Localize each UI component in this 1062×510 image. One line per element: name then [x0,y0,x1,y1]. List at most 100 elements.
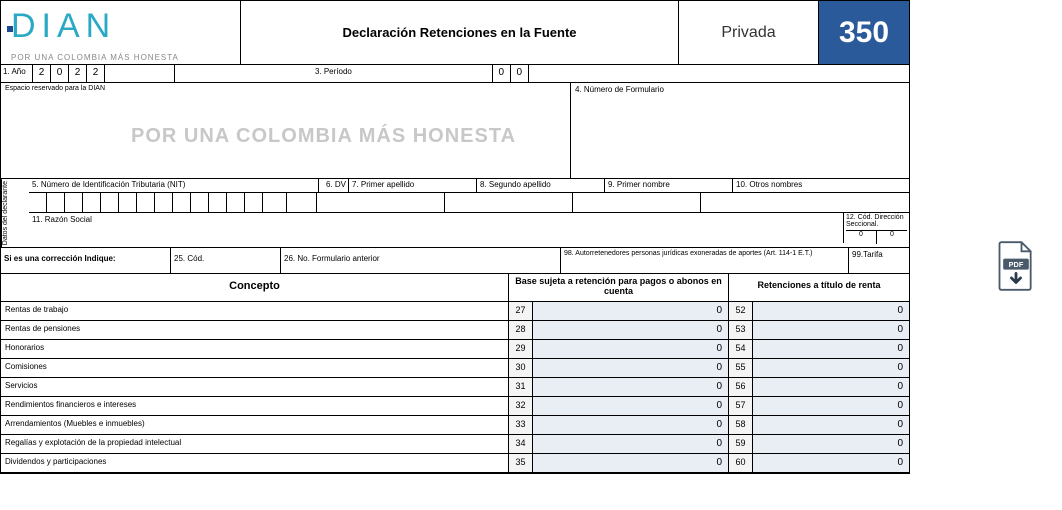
row-ret-num: 60 [729,454,753,472]
table-row: Comisiones300550 [1,359,909,378]
row-base-value[interactable]: 0 [533,454,729,472]
row-base-num: 33 [509,416,533,434]
row-ret-value[interactable]: 0 [753,397,909,415]
row-concept: Regalías y explotación de la propiedad i… [1,435,509,453]
row-ret-value[interactable]: 0 [753,359,909,377]
row-ret-num: 59 [729,435,753,453]
row-ret-num: 56 [729,378,753,396]
pdf-download-button[interactable]: PDF [994,240,1038,295]
dv-label: 6. DV [319,179,349,192]
row-concept: Rentas de trabajo [1,302,509,320]
nit-box[interactable] [245,193,263,212]
row-base-value[interactable]: 0 [533,359,729,377]
nit-box[interactable] [47,193,65,212]
nit-box[interactable] [173,193,191,212]
row-base-value[interactable]: 0 [533,378,729,396]
row-base-num: 30 [509,359,533,377]
nit-box[interactable] [101,193,119,212]
razon-row: 11. Razón Social 12. Cód. Dirección Secc… [29,213,909,243]
row-ret-value[interactable]: 0 [753,378,909,396]
row-ret-value[interactable]: 0 [753,416,909,434]
row-ret-num: 58 [729,416,753,434]
logo-dot-icon [7,26,13,32]
nit-box[interactable] [191,193,209,212]
otros-nombres-field[interactable] [701,193,909,212]
row-base-num: 31 [509,378,533,396]
tarifa-label: 99.Tarifa [849,248,909,273]
primer-apellido-field[interactable] [317,193,445,212]
logo-subtitle: POR UNA COLOMBIA MÁS HONESTA [11,53,230,62]
row-ret-value[interactable]: 0 [753,435,909,453]
nit-label: 5. Número de Identificación Tributaria (… [29,179,319,192]
year-period-row: 1. Año 2 0 2 2 3. Período 0 0 [1,65,909,83]
row-concept: Arrendamientos (Muebles e inmuebles) [1,416,509,434]
nit-box[interactable] [227,193,245,212]
cod-seccional-label: 12. Cód. Dirección Seccional. [846,214,904,228]
dv-box[interactable] [287,193,317,212]
nit-box[interactable] [29,193,47,212]
data-rows: Rentas de trabajo270520Rentas de pension… [1,302,909,473]
row-ret-value[interactable]: 0 [753,321,909,339]
razon-social-label: 11. Razón Social [29,213,844,243]
form-code: 350 [819,1,909,64]
nit-box[interactable] [137,193,155,212]
privada-label: Privada [679,1,819,64]
nit-box[interactable] [155,193,173,212]
row-concept: Comisiones [1,359,509,377]
spacer [529,65,909,82]
row-ret-num: 54 [729,340,753,358]
row-ret-value[interactable]: 0 [753,340,909,358]
cod-seccional-cell: 12. Cód. Dirección Seccional. 0 0 [844,213,909,243]
header-row: DIAN POR UNA COLOMBIA MÁS HONESTA Declar… [1,1,909,65]
segundo-apellido-label: 8. Segundo apellido [477,179,605,192]
row-concept: Dividendos y participaciones [1,454,509,472]
spacer [105,65,175,82]
column-headers: Concepto Base sujeta a retención para pa… [1,274,909,302]
nit-boxes-row [29,193,909,213]
row-base-value[interactable]: 0 [533,397,729,415]
col-concepto: Concepto [1,274,509,301]
year-digit: 0 [51,65,69,82]
nit-box[interactable] [119,193,137,212]
reserved-area: Espacio reservado para la DIAN POR UNA C… [1,83,571,178]
cod-seccional-digit: 0 [877,231,907,244]
nit-box[interactable] [209,193,227,212]
row-ret-num: 52 [729,302,753,320]
watermark-row: Espacio reservado para la DIAN POR UNA C… [1,83,909,179]
period-digit: 0 [511,65,529,82]
nit-box[interactable] [263,193,287,212]
row-base-num: 34 [509,435,533,453]
table-row: Arrendamientos (Muebles e inmuebles)3305… [1,416,909,435]
row-base-num: 28 [509,321,533,339]
row-base-num: 27 [509,302,533,320]
correction-cod-label: 25. Cód. [171,248,281,273]
segundo-apellido-field[interactable] [445,193,573,212]
declarante-main: 5. Número de Identificación Tributaria (… [29,179,909,247]
form-number-label: 4. Número de Formulario [571,83,909,178]
row-base-value[interactable]: 0 [533,340,729,358]
row-ret-value[interactable]: 0 [753,454,909,472]
row-ret-num: 55 [729,359,753,377]
row-ret-value[interactable]: 0 [753,302,909,320]
svg-text:PDF: PDF [1009,260,1024,269]
table-row: Regalías y explotación de la propiedad i… [1,435,909,454]
nit-box[interactable] [65,193,83,212]
year-label: 1. Año [1,65,33,82]
row-concept: Honorarios [1,340,509,358]
primer-nombre-field[interactable] [573,193,701,212]
row-base-value[interactable]: 0 [533,321,729,339]
logo-text: DIAN [11,7,230,46]
correction-row: Si es una corrección Indique: 25. Cód. 2… [1,248,909,274]
autorretenedores-label: 98. Autorretenedores personas jurídicas … [561,248,849,273]
table-row: Servicios310560 [1,378,909,397]
row-concept: Servicios [1,378,509,396]
watermark-text: POR UNA COLOMBIA MÁS HONESTA [131,125,516,148]
row-concept: Rendimientos financieros e intereses [1,397,509,415]
row-base-value[interactable]: 0 [533,302,729,320]
col-retenciones: Retenciones a título de renta [729,274,909,301]
nit-box[interactable] [83,193,101,212]
row-base-value[interactable]: 0 [533,435,729,453]
row-base-value[interactable]: 0 [533,416,729,434]
pdf-file-icon: PDF [994,240,1038,292]
otros-nombres-label: 10. Otros nombres [733,179,909,192]
